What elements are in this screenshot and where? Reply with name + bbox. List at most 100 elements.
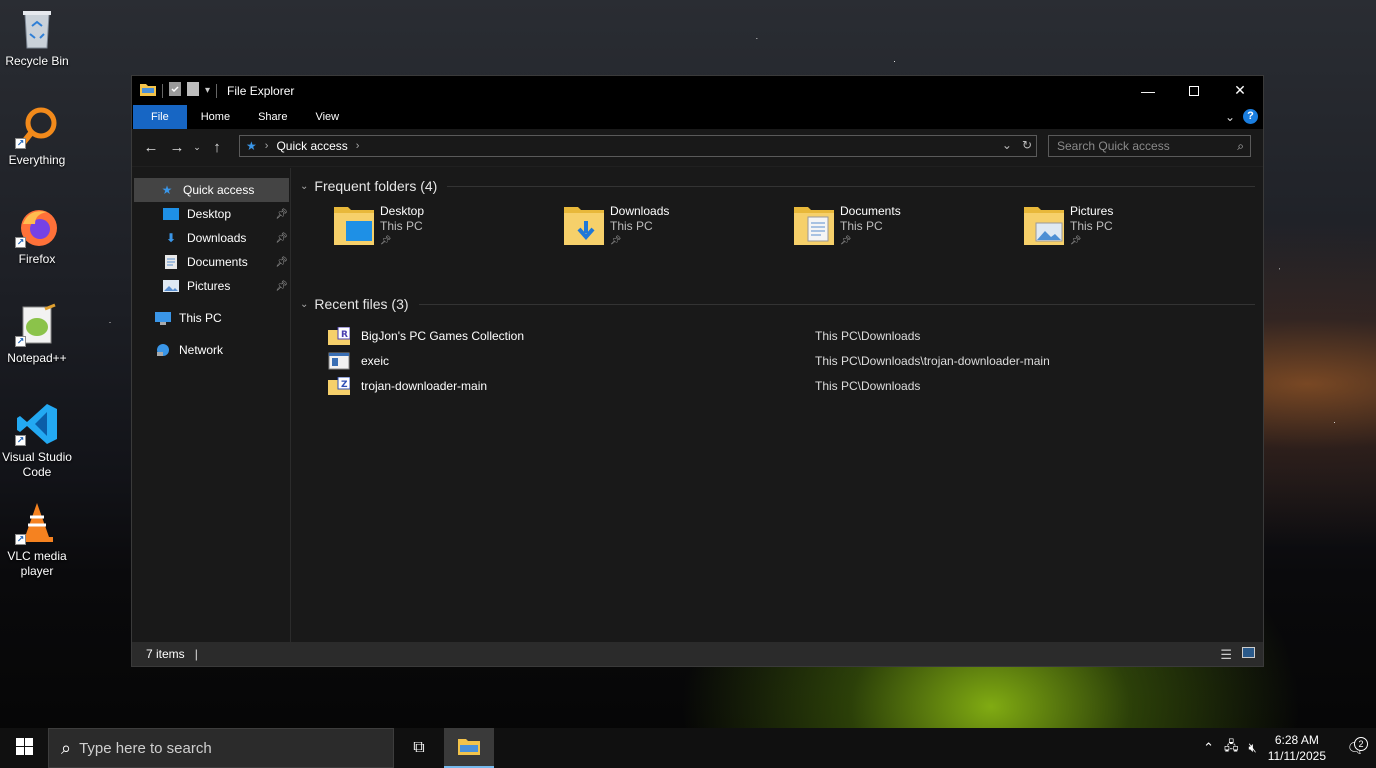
help-icon[interactable]: ? xyxy=(1243,109,1258,124)
sidebar-item-desktop[interactable]: Desktop 📌︎ xyxy=(132,202,290,226)
new-folder-icon[interactable] xyxy=(187,82,199,99)
properties-icon[interactable] xyxy=(169,82,181,99)
desktop-icon-label: VLC media player xyxy=(7,549,67,578)
notification-count-badge: 2 xyxy=(1354,737,1368,751)
minimize-button[interactable]: — xyxy=(1125,76,1171,105)
desktop-icon-notepadpp[interactable]: ↗ Notepad++ xyxy=(0,303,74,366)
shortcut-arrow-icon: ↗ xyxy=(15,336,26,347)
action-center-button[interactable]: 🗨︎ 2 xyxy=(1336,737,1376,757)
documents-icon xyxy=(162,255,180,269)
forward-button[interactable]: → xyxy=(164,139,190,156)
recent-file-row[interactable]: R BigJon's PC Games Collection This PC\D… xyxy=(300,323,1255,348)
shortcut-arrow-icon: ↗ xyxy=(15,237,26,248)
recent-file-row[interactable]: exeic This PC\Downloads\trojan-downloade… xyxy=(300,348,1255,373)
title-bar[interactable]: ▾ File Explorer — ✕ xyxy=(132,76,1263,105)
rar-archive-icon: R xyxy=(328,326,351,345)
folder-tile-pictures[interactable]: Pictures This PC 📌︎ xyxy=(990,203,1220,279)
sidebar-item-this-pc[interactable]: This PC xyxy=(132,306,290,330)
shortcut-arrow-icon: ↗ xyxy=(15,534,26,545)
pictures-icon xyxy=(162,279,180,293)
recent-locations-icon[interactable]: ⌄ xyxy=(190,142,204,153)
collapse-chevron-icon[interactable]: ⌄ xyxy=(300,181,308,192)
network-tray-icon[interactable]: 🖧︎ xyxy=(1219,737,1244,759)
frequent-folders-grid: Desktop This PC 📌︎ Downloads This PC 📌︎ xyxy=(300,197,1255,279)
taskbar-search-placeholder: Type here to search xyxy=(79,739,212,757)
close-icon: ✕ xyxy=(1234,82,1246,98)
search-icon: ⌕ xyxy=(1237,139,1244,153)
details-view-icon[interactable]: ☰ xyxy=(1220,647,1232,663)
desktop-icon-recycle-bin[interactable]: Recycle Bin xyxy=(0,6,74,69)
tab-share[interactable]: Share xyxy=(244,105,301,129)
collapse-chevron-icon[interactable]: ⌄ xyxy=(300,299,308,310)
address-dropdown-icon[interactable]: ⌄ xyxy=(1002,138,1012,152)
system-tray: ⌃ 🖧︎ 🔇︎ 6:28 AM 11/11/2025 🗨︎ 2 xyxy=(1198,728,1376,768)
clock[interactable]: 6:28 AM 11/11/2025 xyxy=(1262,732,1336,764)
section-divider xyxy=(418,303,1255,305)
recent-files-heading: Recent files (3) xyxy=(314,296,409,312)
sidebar-item-label: Network xyxy=(179,343,224,357)
show-hidden-icons-chevron-icon[interactable]: ⌃ xyxy=(1198,740,1219,756)
minimize-icon: — xyxy=(1141,82,1155,99)
close-button[interactable]: ✕ xyxy=(1217,76,1263,105)
expand-ribbon-icon[interactable]: ⌄ xyxy=(1225,110,1235,124)
desktop-icon-firefox[interactable]: ↗ Firefox xyxy=(0,204,74,267)
start-button[interactable] xyxy=(0,728,48,768)
folder-tile-downloads[interactable]: Downloads This PC 📌︎ xyxy=(530,203,760,279)
breadcrumb-chevron-icon[interactable]: › xyxy=(265,140,269,152)
up-button[interactable]: ↑ xyxy=(204,139,230,156)
breadcrumb-quick-access[interactable]: Quick access xyxy=(276,139,347,153)
pin-icon: 📌︎ xyxy=(610,235,622,245)
maximize-icon xyxy=(1189,85,1199,96)
desktop-icon-vscode[interactable]: ↗ Visual Studio Code xyxy=(0,402,74,480)
search-input[interactable] xyxy=(1057,139,1227,153)
pin-icon: 📌︎ xyxy=(1070,235,1082,245)
pin-icon[interactable]: 📌︎ xyxy=(275,281,288,292)
frequent-folders-header[interactable]: ⌄ Frequent folders (4) xyxy=(300,175,1255,197)
executable-file-icon xyxy=(328,352,350,370)
large-icons-view-icon[interactable] xyxy=(1242,647,1255,658)
refresh-icon[interactable]: ↻ xyxy=(1022,138,1032,152)
maximize-button[interactable] xyxy=(1171,76,1217,105)
address-bar[interactable]: ★ › Quick access › ⌄ ↻ xyxy=(239,135,1037,157)
sidebar-item-quick-access[interactable]: ★ Quick access xyxy=(134,178,289,202)
recent-file-row[interactable]: Z trojan-downloader-main This PC\Downloa… xyxy=(300,373,1255,398)
volume-muted-icon[interactable]: 🔇︎ xyxy=(1244,740,1262,756)
breadcrumb-chevron-icon[interactable]: › xyxy=(356,140,360,152)
back-button[interactable]: ← xyxy=(138,139,164,156)
tab-view[interactable]: View xyxy=(301,105,353,129)
taskbar-file-explorer-button[interactable] xyxy=(444,728,494,768)
folder-tile-desktop[interactable]: Desktop This PC 📌︎ xyxy=(300,203,530,279)
sidebar-item-pictures[interactable]: Pictures 📌︎ xyxy=(132,274,290,298)
tab-home[interactable]: Home xyxy=(187,105,244,129)
sidebar-item-label: Pictures xyxy=(187,279,231,293)
svg-text:Z: Z xyxy=(341,380,348,390)
sidebar-item-documents[interactable]: Documents 📌︎ xyxy=(132,250,290,274)
folder-tile-documents[interactable]: Documents This PC 📌︎ xyxy=(760,203,990,279)
navigation-bar: ← → ⌄ ↑ ★ › Quick access › ⌄ ↻ ⌕ xyxy=(132,129,1263,167)
customize-toolbar-icon[interactable]: ▾ xyxy=(205,85,210,96)
desktop-icon-vlc[interactable]: ↗ VLC media player xyxy=(0,501,74,579)
desktop-icon-everything[interactable]: ↗ Everything xyxy=(0,105,74,168)
star-icon: ★ xyxy=(161,183,173,197)
window-title: File Explorer xyxy=(227,83,295,98)
download-arrow-icon: ⬇ xyxy=(165,231,177,245)
pin-icon[interactable]: 📌︎ xyxy=(275,209,288,220)
pin-icon[interactable]: 📌︎ xyxy=(275,233,288,244)
recent-file-path: This PC\Downloads\trojan-downloader-main xyxy=(815,353,1050,368)
recent-files-header[interactable]: ⌄ Recent files (3) xyxy=(300,293,1255,315)
windows-logo-icon xyxy=(15,738,33,758)
desktop-icon-label: Visual Studio Code xyxy=(2,450,72,479)
item-count: 7 items xyxy=(146,647,185,661)
search-box[interactable]: ⌕ xyxy=(1048,135,1251,157)
clock-date: 11/11/2025 xyxy=(1267,749,1326,763)
desktop-folder-icon xyxy=(162,207,180,221)
notepad-plus-plus-icon: ↗ xyxy=(15,303,59,347)
toolbar-divider xyxy=(216,83,218,98)
recycle-bin-icon xyxy=(15,6,59,50)
sidebar-item-network[interactable]: Network xyxy=(132,338,290,362)
pin-icon[interactable]: 📌︎ xyxy=(275,257,288,268)
task-view-button[interactable]: ⧉ xyxy=(394,728,444,768)
tab-file[interactable]: File xyxy=(133,105,187,129)
taskbar-search-box[interactable]: ⌕ Type here to search xyxy=(48,728,394,768)
sidebar-item-downloads[interactable]: ⬇ Downloads 📌︎ xyxy=(132,226,290,250)
